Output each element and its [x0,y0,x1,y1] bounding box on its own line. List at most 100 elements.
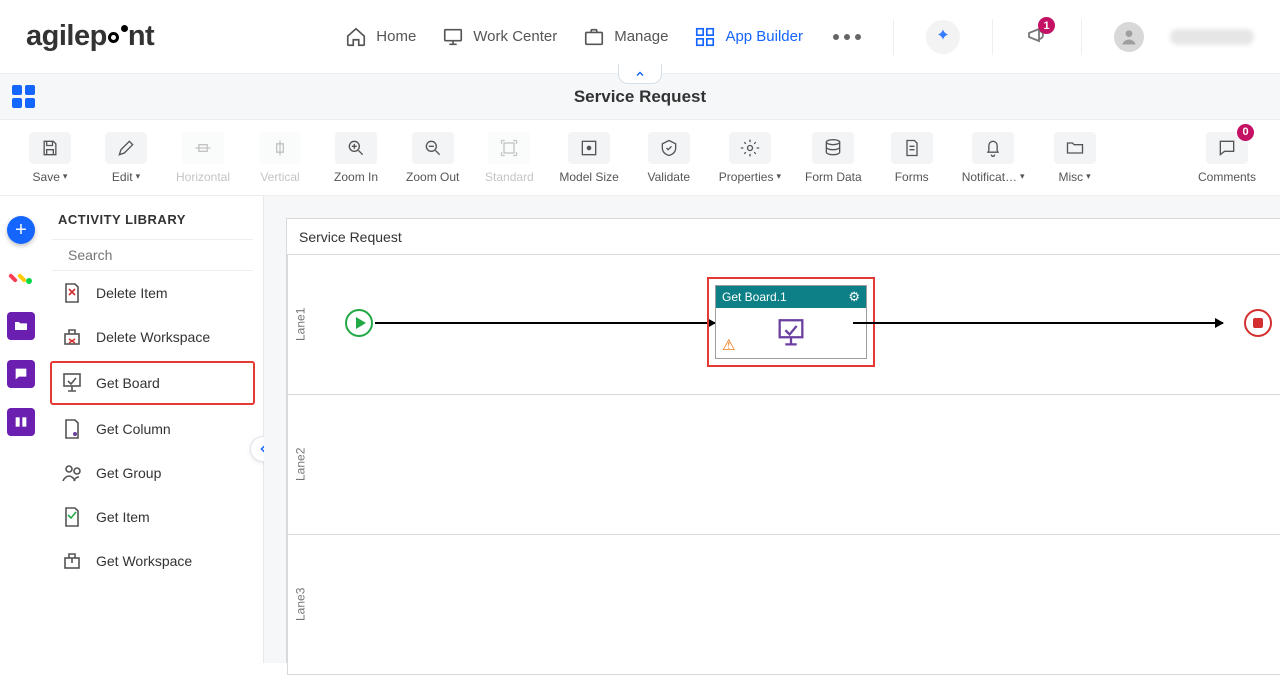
nav-appbuilder-label: App Builder [725,28,803,45]
form-data-button[interactable]: Form Data [799,128,868,188]
comment-icon [1217,138,1237,158]
activity-item-get-board[interactable]: Get Board [50,361,255,405]
forms-button[interactable]: Forms [880,128,944,188]
align-vertical-icon [270,138,290,158]
zoom-model-button[interactable]: Model Size [553,128,624,188]
validate-icon [659,138,679,158]
folder-filled-icon [13,318,29,334]
activity-item-get-workspace[interactable]: Get Workspace [52,539,253,583]
board-icon [774,316,808,350]
activity-icon [60,281,84,305]
edge-start-to-node [375,322,715,324]
separator [893,19,894,55]
activity-icon [60,505,84,529]
nav-home[interactable]: Home [345,26,416,48]
rail-panel-button[interactable] [7,408,35,436]
nav-appbuilder[interactable]: App Builder [694,26,803,48]
separator [992,19,993,55]
nav-manage[interactable]: Manage [583,26,668,48]
edit-button[interactable]: Edit▾ [94,128,158,188]
activity-item-delete-workspace[interactable]: Delete Workspace [52,315,253,359]
chevron-up-icon [634,68,646,80]
user-name [1170,29,1254,45]
canvas-area: Service Request Lane1 Get Board.1 ⚙ [264,196,1280,663]
notifications-button[interactable]: 1 [1025,23,1049,50]
fit-model-icon [579,138,599,158]
home-icon [345,26,367,48]
nav-workcenter-label: Work Center [473,28,557,45]
nav-more[interactable] [833,34,861,40]
user-avatar[interactable] [1114,22,1144,52]
activity-label: Get Board [96,375,160,391]
activity-label: Get Group [96,465,161,481]
rail-folder-button[interactable] [7,312,35,340]
brand-logo: agilepnt [26,20,154,53]
end-node[interactable] [1244,309,1272,337]
node-settings-button[interactable]: ⚙ [848,289,860,305]
start-node[interactable] [345,309,373,337]
warning-icon: ⚠ [722,336,735,354]
fit-standard-icon [499,138,519,158]
comments-badge: 0 [1237,124,1254,141]
process-canvas[interactable]: Service Request Lane1 Get Board.1 ⚙ [286,218,1280,663]
title-bar: Service Request [0,74,1280,120]
zoom-standard-button: Standard [477,128,541,188]
lane-3[interactable]: Lane3 [287,535,1280,675]
save-icon [40,138,60,158]
top-nav: agilepnt Home Work Center Manage App Bui… [0,0,1280,74]
add-button[interactable]: + [7,216,35,244]
workspace: + ACTIVITY LIBRARY Delete ItemDelete Wor… [0,196,1280,663]
activity-label: Get Column [96,421,171,437]
nav-workcenter[interactable]: Work Center [442,26,557,48]
grid-icon [694,26,716,48]
rail-chat-button[interactable] [7,360,35,388]
activity-icon [60,417,84,441]
folder-icon [1065,138,1085,158]
activity-item-get-group[interactable]: Get Group [52,451,253,495]
misc-button[interactable]: Misc▾ [1043,128,1107,188]
bell-icon [983,138,1003,158]
activity-label: Delete Workspace [96,329,210,345]
pinwheel-icon [933,27,953,47]
gear-icon [740,138,760,158]
selected-node-frame: Get Board.1 ⚙ ⚠ [707,277,875,367]
activity-node-get-board[interactable]: Get Board.1 ⚙ ⚠ [715,285,867,359]
activity-icon [60,549,84,573]
align-horizontal-button: Horizontal [170,128,236,188]
database-icon [823,138,843,158]
user-icon [1119,27,1139,47]
monday-integration-button[interactable] [7,264,35,292]
activity-icon [60,461,84,485]
validate-button[interactable]: Validate [637,128,701,188]
page-title: Service Request [574,87,706,107]
activity-icon [60,325,84,349]
search-input[interactable] [68,247,249,263]
activity-item-get-column[interactable]: Get Column [52,407,253,451]
activity-library-panel: ACTIVITY LIBRARY Delete ItemDelete Works… [42,196,264,663]
toolbar: Save▾ Edit▾ Horizontal Vertical Zoom In … [0,120,1280,196]
notifications-button-tool[interactable]: Notificat…▾ [956,128,1031,188]
canvas-title: Service Request [287,219,1280,255]
align-vertical-button: Vertical [248,128,312,188]
activity-item-delete-item[interactable]: Delete Item [52,271,253,315]
apps-switcher[interactable] [12,85,35,108]
zoom-in-button[interactable]: Zoom In [324,128,388,188]
activity-label: Get Item [96,509,150,525]
align-horizontal-icon [193,138,213,158]
node-title: Get Board.1 [722,290,787,304]
lane-2[interactable]: Lane2 [287,395,1280,535]
properties-button[interactable]: Properties▾ [713,128,787,188]
library-search[interactable] [52,239,253,271]
activity-item-get-item[interactable]: Get Item [52,495,253,539]
lane-1[interactable]: Lane1 Get Board.1 ⚙ ⚠ [287,255,1280,395]
comments-button[interactable]: 0 Comments [1192,128,1262,188]
collapse-header-button[interactable] [618,64,662,84]
nav-home-label: Home [376,28,416,45]
save-button[interactable]: Save▾ [18,128,82,188]
briefcase-icon [583,26,605,48]
activity-icon [60,371,84,395]
zoom-out-button[interactable]: Zoom Out [400,128,465,188]
form-icon [902,138,922,158]
app-launcher[interactable] [926,20,960,54]
activity-label: Delete Item [96,285,168,301]
